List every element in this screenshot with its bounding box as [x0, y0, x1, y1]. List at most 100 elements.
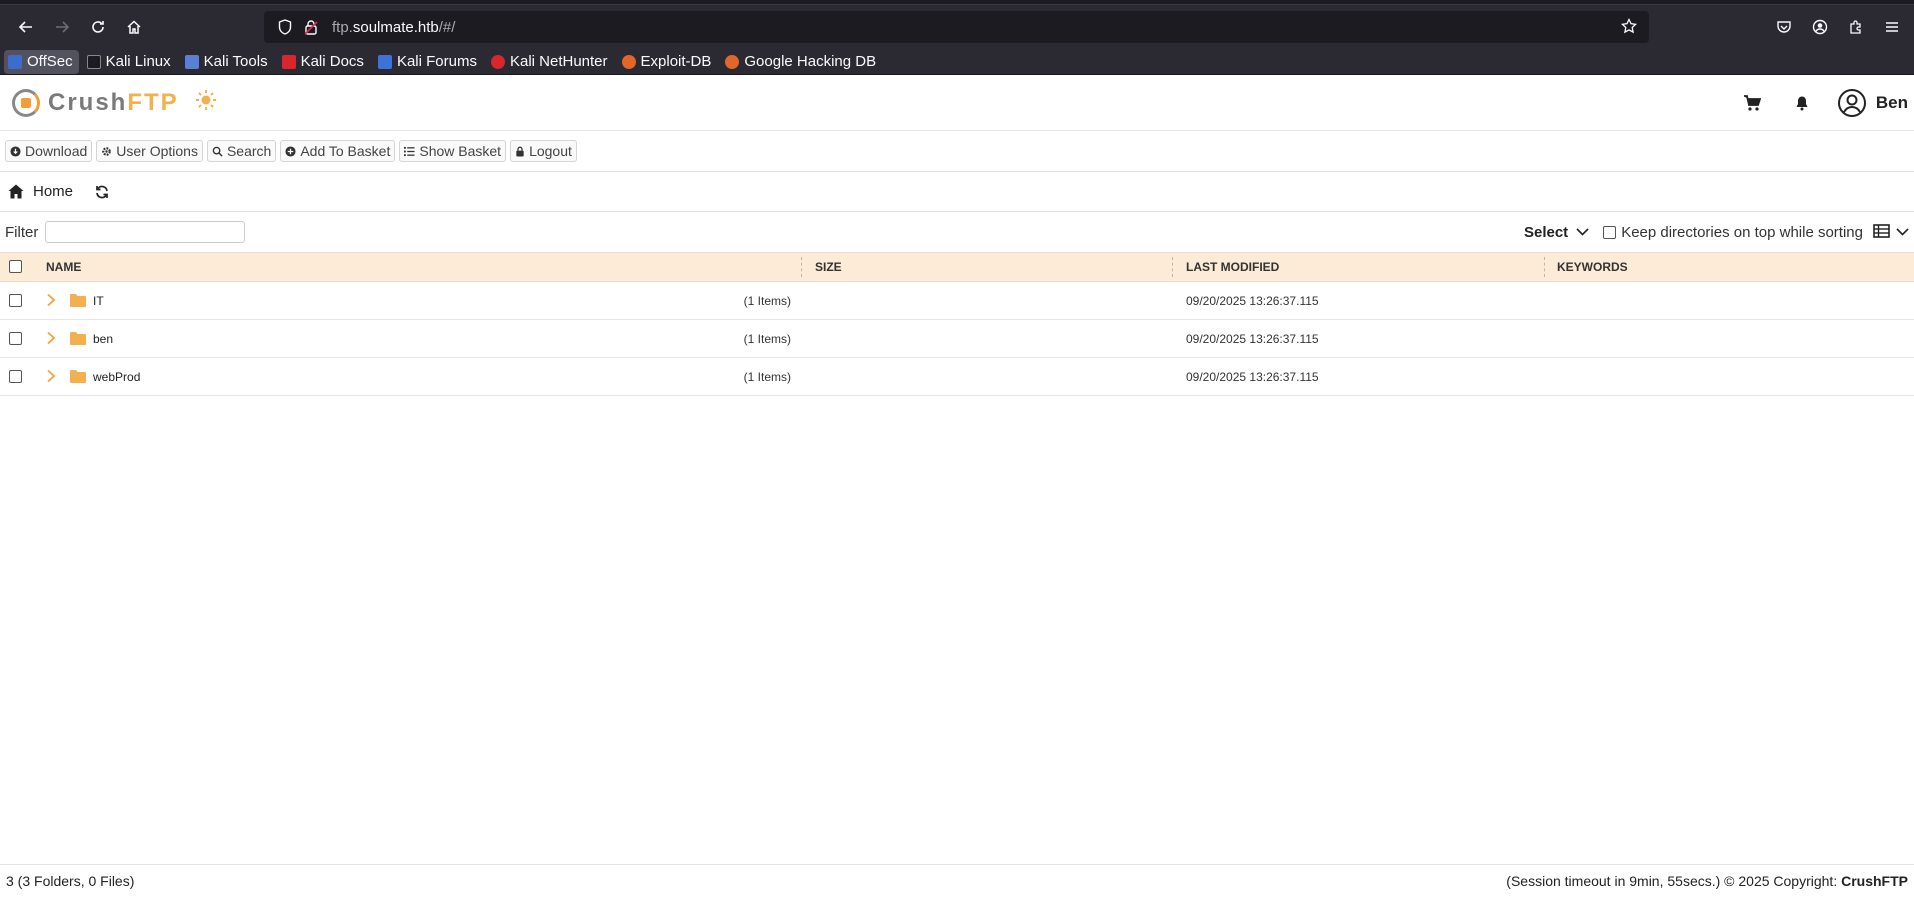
select-all-checkbox[interactable]	[9, 260, 22, 273]
show-basket-button[interactable]: Show Basket	[399, 140, 507, 162]
column-resizer[interactable]	[801, 257, 802, 277]
column-header-last-modified[interactable]: LAST MODIFIED	[1186, 253, 1279, 281]
url-text[interactable]: ftp.soulmate.htb/#/	[332, 19, 455, 36]
column-header-size[interactable]: SIZE	[815, 253, 842, 281]
row-checkbox[interactable]	[9, 332, 22, 345]
back-button[interactable]	[8, 11, 44, 43]
logo-text-ftp: FTP	[127, 88, 179, 116]
filter-row: Filter Select Keep directories on top wh…	[0, 212, 1914, 252]
chevron-right-icon[interactable]	[46, 331, 56, 345]
bookmark-label: Google Hacking DB	[744, 53, 877, 70]
column-header-name[interactable]: NAME	[46, 253, 81, 281]
select-dropdown[interactable]: Select	[1524, 224, 1589, 241]
bookmark-label: Kali Forums	[396, 53, 477, 70]
kali-forums-icon	[377, 54, 392, 69]
download-label: Download	[25, 143, 88, 159]
bookmark-kali-linux[interactable]: Kali Linux	[83, 50, 177, 74]
reload-button[interactable]	[80, 11, 116, 43]
add-to-basket-label: Add To Basket	[300, 143, 391, 159]
menu-button[interactable]	[1874, 11, 1910, 43]
url-bar[interactable]: ftp.soulmate.htb/#/	[264, 11, 1649, 43]
chevron-down-icon	[1896, 228, 1909, 236]
chevron-down-icon	[1576, 228, 1589, 236]
refresh-icon[interactable]	[95, 185, 109, 199]
bookmarks-bar: OffSec Kali Linux Kali Tools Kali Docs K…	[0, 49, 1914, 75]
browser-nav-bar: ftp.soulmate.htb/#/	[0, 5, 1914, 49]
logo-mark-icon	[12, 88, 40, 117]
row-checkbox[interactable]	[9, 370, 22, 383]
gear-icon	[101, 146, 112, 157]
bookmark-kali-docs[interactable]: Kali Docs	[278, 50, 370, 74]
bookmark-google-hacking-db[interactable]: Google Hacking DB	[721, 50, 882, 74]
keep-directories-option[interactable]: Keep directories on top while sorting	[1603, 224, 1863, 241]
user-options-button[interactable]: User Options	[96, 140, 203, 162]
logout-label: Logout	[529, 143, 572, 159]
bookmark-kali-tools[interactable]: Kali Tools	[181, 50, 274, 74]
crushftp-logo[interactable]: CrushFTP	[12, 88, 179, 117]
column-resizer[interactable]	[1544, 257, 1545, 277]
view-mode-toggle[interactable]	[1873, 223, 1909, 241]
chevron-right-icon[interactable]	[46, 293, 56, 307]
column-header-keywords[interactable]: KEYWORDS	[1557, 253, 1628, 281]
breadcrumb-home-label: Home	[33, 183, 74, 200]
row-checkbox[interactable]	[9, 294, 22, 307]
column-resizer[interactable]	[1172, 257, 1173, 277]
bookmark-kali-forums[interactable]: Kali Forums	[374, 50, 483, 74]
table-row[interactable]: IT (1 Items) 09/20/2025 13:26:37.115	[0, 282, 1914, 320]
filter-input[interactable]	[45, 221, 246, 243]
logout-button[interactable]: Logout	[510, 140, 577, 162]
reload-icon	[92, 21, 104, 33]
pocket-button[interactable]	[1766, 11, 1802, 43]
bell-icon[interactable]	[1784, 85, 1820, 121]
cart-icon[interactable]	[1734, 85, 1770, 121]
breadcrumb-home[interactable]: Home	[8, 183, 73, 200]
row-name[interactable]: ben	[93, 332, 113, 346]
home-button[interactable]	[116, 11, 152, 43]
puzzle-icon	[1850, 20, 1861, 34]
bookmark-star-icon[interactable]	[1620, 17, 1638, 37]
bookmark-exploit-db[interactable]: Exploit-DB	[618, 50, 718, 74]
theme-toggle-sun-icon[interactable]	[195, 89, 217, 117]
user-name[interactable]: Ben	[1876, 93, 1908, 113]
forward-button[interactable]	[44, 11, 80, 43]
bookmark-offsec[interactable]: OffSec	[4, 49, 79, 74]
logo-text-crush: Crush	[48, 88, 128, 116]
pocket-icon	[1777, 21, 1791, 33]
bookmark-label: Kali Docs	[300, 53, 364, 70]
folder-icon	[70, 293, 86, 307]
url-path: /#/	[438, 18, 456, 36]
row-name[interactable]: webProd	[93, 370, 140, 384]
show-basket-label: Show Basket	[419, 143, 502, 159]
back-arrow-icon	[18, 21, 32, 33]
keep-directories-checkbox[interactable]	[1603, 225, 1617, 239]
bookmark-label: OffSec	[27, 53, 73, 70]
table-header: NAME SIZE LAST MODIFIED KEYWORDS	[0, 252, 1914, 282]
keep-directories-label: Keep directories on top while sorting	[1621, 223, 1863, 241]
account-button[interactable]	[1802, 11, 1838, 43]
shield-icon[interactable]	[272, 19, 298, 35]
search-button[interactable]: Search	[206, 140, 277, 162]
extensions-button[interactable]	[1838, 11, 1874, 43]
user-options-label: User Options	[116, 143, 198, 159]
row-size: (1 Items)	[743, 332, 791, 346]
bookmark-label: Kali Linux	[105, 53, 171, 70]
copyright-brand: CrushFTP	[1841, 873, 1908, 889]
exploit-db-icon	[621, 54, 636, 69]
folder-icon	[70, 331, 86, 345]
download-button[interactable]: Download	[5, 140, 93, 162]
folder-file-summary: 3 (3 Folders, 0 Files)	[6, 873, 135, 889]
lock-warning-icon[interactable]	[298, 19, 324, 35]
row-name[interactable]: IT	[93, 294, 104, 308]
logo-text: CrushFTP	[48, 89, 179, 117]
lock-icon	[515, 146, 525, 157]
table-row[interactable]: ben (1 Items) 09/20/2025 13:26:37.115	[0, 320, 1914, 358]
row-size: (1 Items)	[743, 370, 791, 384]
filter-options: Select Keep directories on top while sor…	[1524, 212, 1909, 252]
add-to-basket-button[interactable]: Add To Basket	[280, 140, 396, 162]
chevron-right-icon[interactable]	[46, 369, 56, 383]
user-avatar-icon[interactable]	[1834, 85, 1870, 121]
bookmark-kali-nethunter[interactable]: Kali NetHunter	[487, 50, 614, 74]
offsec-icon	[8, 54, 22, 69]
table-row[interactable]: webProd (1 Items) 09/20/2025 13:26:37.11…	[0, 358, 1914, 396]
breadcrumb: Home	[0, 172, 1914, 212]
